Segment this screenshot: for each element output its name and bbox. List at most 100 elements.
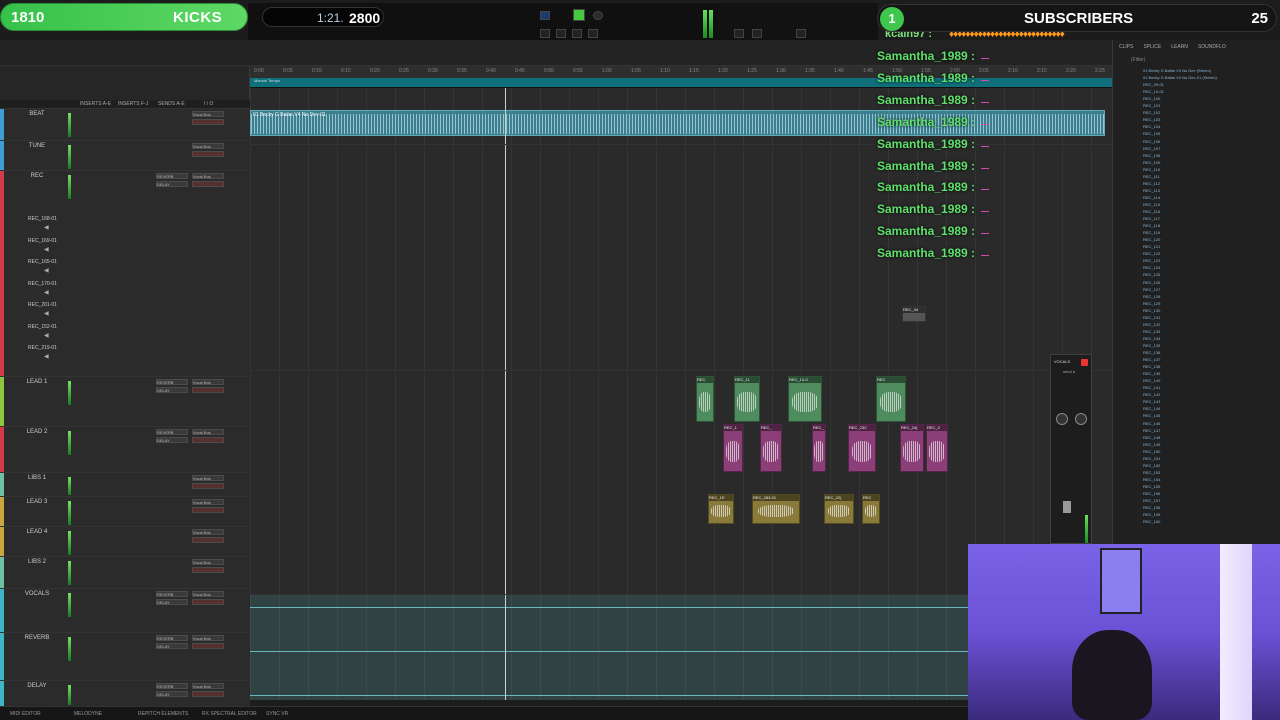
clip-list-item[interactable]: REC_124 xyxy=(1143,265,1160,270)
clip-list-item[interactable]: REC_104 xyxy=(1143,124,1160,129)
pan-knob[interactable] xyxy=(1056,413,1068,425)
volume-readout[interactable] xyxy=(192,387,224,393)
clip-list-item[interactable]: REC_10-01 xyxy=(1143,89,1164,94)
track-name[interactable]: LEAD 1 xyxy=(22,379,52,385)
volume-readout[interactable] xyxy=(192,599,224,605)
clip-list-item[interactable]: REC_159 xyxy=(1143,512,1160,517)
clip-list-tab[interactable]: SPLICE xyxy=(1143,44,1161,51)
clip-list-item[interactable]: REC_156 xyxy=(1143,491,1160,496)
speaker-icon[interactable]: ◀ xyxy=(44,332,49,339)
nudge-button[interactable] xyxy=(752,29,762,38)
reverb-send[interactable]: REVERB xyxy=(156,429,188,435)
clip-list-item[interactable]: REC_129 xyxy=(1143,301,1160,306)
clip-list-item[interactable]: REC_116 xyxy=(1143,209,1160,214)
audio-clip[interactable]: REC_283-01 xyxy=(752,494,800,524)
clip-list-item[interactable]: REC_134 xyxy=(1143,336,1160,341)
clip-list-item[interactable]: REC_131 xyxy=(1143,315,1160,320)
bottom-tool-4[interactable]: SYNC VR xyxy=(266,711,288,717)
delay-send[interactable]: DELAY xyxy=(156,691,188,697)
audio-clip[interactable]: REC_1 xyxy=(723,424,743,472)
clip-list-tab[interactable]: SOUNDFLO xyxy=(1198,44,1226,51)
clip-list-item[interactable]: REC_149 xyxy=(1143,442,1160,447)
reverb-send[interactable]: REVERB xyxy=(156,635,188,641)
audio-clip[interactable]: REC_11 xyxy=(734,376,760,422)
volume-readout[interactable] xyxy=(192,643,224,649)
clip-list-item[interactable]: REC_09-01 xyxy=(1143,82,1164,87)
close-icon[interactable] xyxy=(1081,359,1088,366)
track-header[interactable]: TUNE Vocal Bus xyxy=(0,140,250,171)
audio-clip[interactable]: REC xyxy=(696,376,714,422)
clip-list-item[interactable]: REC_108 xyxy=(1143,153,1160,158)
clip-list-item[interactable]: REC_133 xyxy=(1143,329,1160,334)
clip-list-item[interactable]: REC_100 xyxy=(1143,96,1160,101)
output-slot[interactable]: Vocal Bus xyxy=(192,429,224,435)
track-name[interactable]: REVERB xyxy=(22,635,52,641)
output-slot[interactable]: Vocal Bus xyxy=(192,591,224,597)
online-button[interactable] xyxy=(573,9,585,21)
send-fader[interactable] xyxy=(1063,501,1071,513)
clip-list-item[interactable]: REC_154 xyxy=(1143,477,1160,482)
audio-clip[interactable]: REC_ xyxy=(760,424,782,472)
volume-readout[interactable] xyxy=(192,507,224,513)
track-header[interactable]: BEAT Vocal Bus xyxy=(0,108,250,141)
playhead[interactable] xyxy=(505,88,506,700)
clip-list-item[interactable]: REC_114 xyxy=(1143,195,1160,200)
delay-send[interactable]: DELAY xyxy=(156,181,188,187)
track-name[interactable]: LEAD 4 xyxy=(22,529,52,535)
clip-list-item[interactable]: REC_152 xyxy=(1143,463,1160,468)
clip-list-item[interactable]: REC_115 xyxy=(1143,202,1160,207)
output-slot[interactable]: Vocal Bus xyxy=(192,173,224,179)
output-slot[interactable]: Vocal Bus xyxy=(192,635,224,641)
playlist-name[interactable]: REC_170-01 xyxy=(28,281,57,287)
delay-send[interactable]: DELAY xyxy=(156,437,188,443)
clip-list-item[interactable]: REC_158 xyxy=(1143,505,1160,510)
clip-list-item[interactable]: REC_117 xyxy=(1143,216,1160,221)
track-header[interactable]: LEAD 2 REVERB DELAY Vocal Bus xyxy=(0,426,250,473)
clip-list-item[interactable]: REC_130 xyxy=(1143,308,1160,313)
clip-list-item[interactable]: REC_143 xyxy=(1143,399,1160,404)
track-header[interactable]: REVERB REVERB DELAY Vocal Bus xyxy=(0,632,250,681)
bottom-tool-1[interactable]: MELODYNE xyxy=(74,711,102,717)
track-header[interactable]: LIBS 2 Vocal Bus xyxy=(0,556,250,589)
audio-clip[interactable]: REC_2 xyxy=(926,424,948,472)
clip-list-item[interactable]: REC_147 xyxy=(1143,428,1160,433)
clip-list-item[interactable]: 01 Becky G Bailar V4 No Dev-01 (Stereo) xyxy=(1143,75,1217,80)
clip-list-item[interactable]: REC_105 xyxy=(1143,131,1160,136)
speaker-icon[interactable]: ◀ xyxy=(44,224,49,231)
track-header[interactable]: LIBS 1 Vocal Bus xyxy=(0,472,250,497)
clip-list-item[interactable]: REC_136 xyxy=(1143,350,1160,355)
clip-list-item[interactable]: REC_151 xyxy=(1143,456,1160,461)
clip-list-item[interactable]: REC_128 xyxy=(1143,294,1160,299)
volume-readout[interactable] xyxy=(192,181,224,187)
track-header[interactable]: LEAD 4 Vocal Bus xyxy=(0,526,250,557)
play-button[interactable] xyxy=(572,29,582,38)
audio-clip[interactable]: REC_1E xyxy=(708,494,734,524)
volume-readout[interactable] xyxy=(192,691,224,697)
clip-list-item[interactable]: REC_135 xyxy=(1143,343,1160,348)
clip-list-item[interactable]: REC_145 xyxy=(1143,413,1160,418)
grid-button[interactable] xyxy=(734,29,744,38)
track-name[interactable]: TUNE xyxy=(22,143,52,149)
volume-readout[interactable] xyxy=(192,483,224,489)
track-name[interactable]: VOCALS xyxy=(22,591,52,597)
clip-list-item[interactable]: REC_113 xyxy=(1143,188,1160,193)
clip-list-item[interactable]: REC_142 xyxy=(1143,392,1160,397)
speaker-icon[interactable]: ◀ xyxy=(44,353,49,360)
main-counter[interactable]: 1:21. 2800 xyxy=(262,7,384,27)
playlist-name[interactable]: REC_201-01 xyxy=(28,302,57,308)
clip-list-item[interactable]: 01 Becky G Bailar V4 No Dev (Stereo) xyxy=(1143,68,1211,73)
rewind-button[interactable] xyxy=(540,29,550,38)
track-name[interactable]: LEAD 3 xyxy=(22,499,52,505)
reverb-send[interactable]: REVERB xyxy=(156,173,188,179)
bottom-tool-0[interactable]: MIDI EDITOR xyxy=(10,711,41,717)
output-slot[interactable]: Vocal Bus xyxy=(192,379,224,385)
clip-list-item[interactable]: REC_120 xyxy=(1143,237,1160,242)
stop-button[interactable] xyxy=(556,29,566,38)
clip-list-item[interactable]: REC_106 xyxy=(1143,139,1160,144)
reverb-send[interactable]: REVERB xyxy=(156,379,188,385)
volume-readout[interactable] xyxy=(192,119,224,125)
clip-list-item[interactable]: REC_127 xyxy=(1143,287,1160,292)
settings-button[interactable] xyxy=(796,29,806,38)
clip-list-item[interactable]: REC_111 xyxy=(1143,174,1160,179)
audio-clip[interactable]: REC xyxy=(876,376,906,422)
